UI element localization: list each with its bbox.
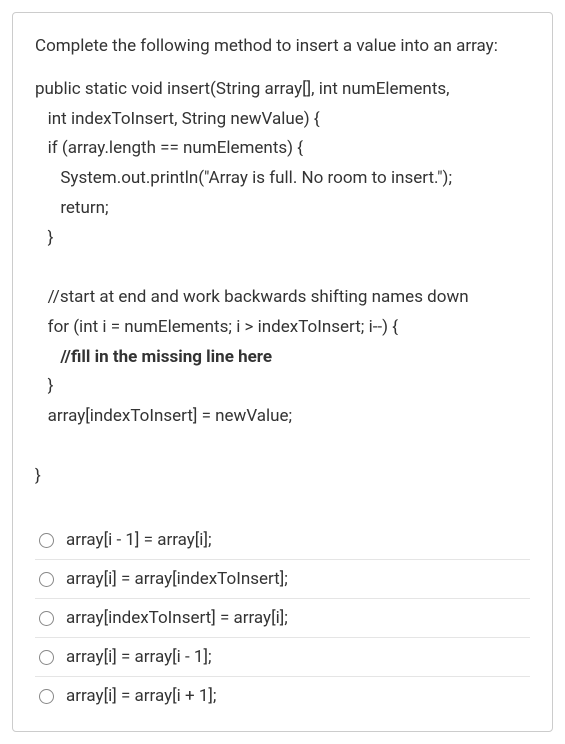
option-0[interactable]: array[i - 1] = array[i];	[35, 521, 530, 559]
code-line: }	[35, 228, 53, 248]
radio-icon	[39, 611, 54, 626]
code-line-bold: //fill in the missing line here	[35, 347, 272, 367]
code-line: if (array.length == numElements) {	[35, 138, 303, 158]
code-block: public static void insert(String array[]…	[35, 75, 530, 492]
options-list: array[i - 1] = array[i]; array[i] = arra…	[35, 521, 530, 715]
question-prompt: Complete the following method to insert …	[35, 35, 530, 59]
option-1[interactable]: array[i] = array[indexToInsert];	[35, 559, 530, 598]
code-line: int indexToInsert, String newValue) {	[35, 109, 320, 129]
code-line: //start at end and work backwards shifti…	[35, 287, 469, 307]
option-label: array[i] = array[i + 1];	[66, 686, 217, 706]
option-2[interactable]: array[indexToInsert] = array[i];	[35, 598, 530, 637]
code-line: }	[35, 466, 41, 486]
code-line: }	[35, 376, 53, 396]
code-line: array[indexToInsert] = newValue;	[35, 406, 292, 426]
code-line: System.out.println("Array is full. No ro…	[35, 168, 452, 188]
option-label: array[indexToInsert] = array[i];	[66, 608, 288, 628]
option-label: array[i] = array[i - 1];	[66, 647, 212, 667]
radio-icon	[39, 533, 54, 548]
option-label: array[i - 1] = array[i];	[66, 530, 212, 550]
code-line: public static void insert(String array[]…	[35, 79, 450, 99]
option-4[interactable]: array[i] = array[i + 1];	[35, 676, 530, 715]
option-3[interactable]: array[i] = array[i - 1];	[35, 637, 530, 676]
radio-icon	[39, 572, 54, 587]
option-label: array[i] = array[indexToInsert];	[66, 569, 288, 589]
question-card: Complete the following method to insert …	[12, 12, 553, 732]
code-line: return;	[35, 198, 109, 218]
radio-icon	[39, 689, 54, 704]
code-line: for (int i = numElements; i > indexToIns…	[35, 317, 398, 337]
radio-icon	[39, 650, 54, 665]
